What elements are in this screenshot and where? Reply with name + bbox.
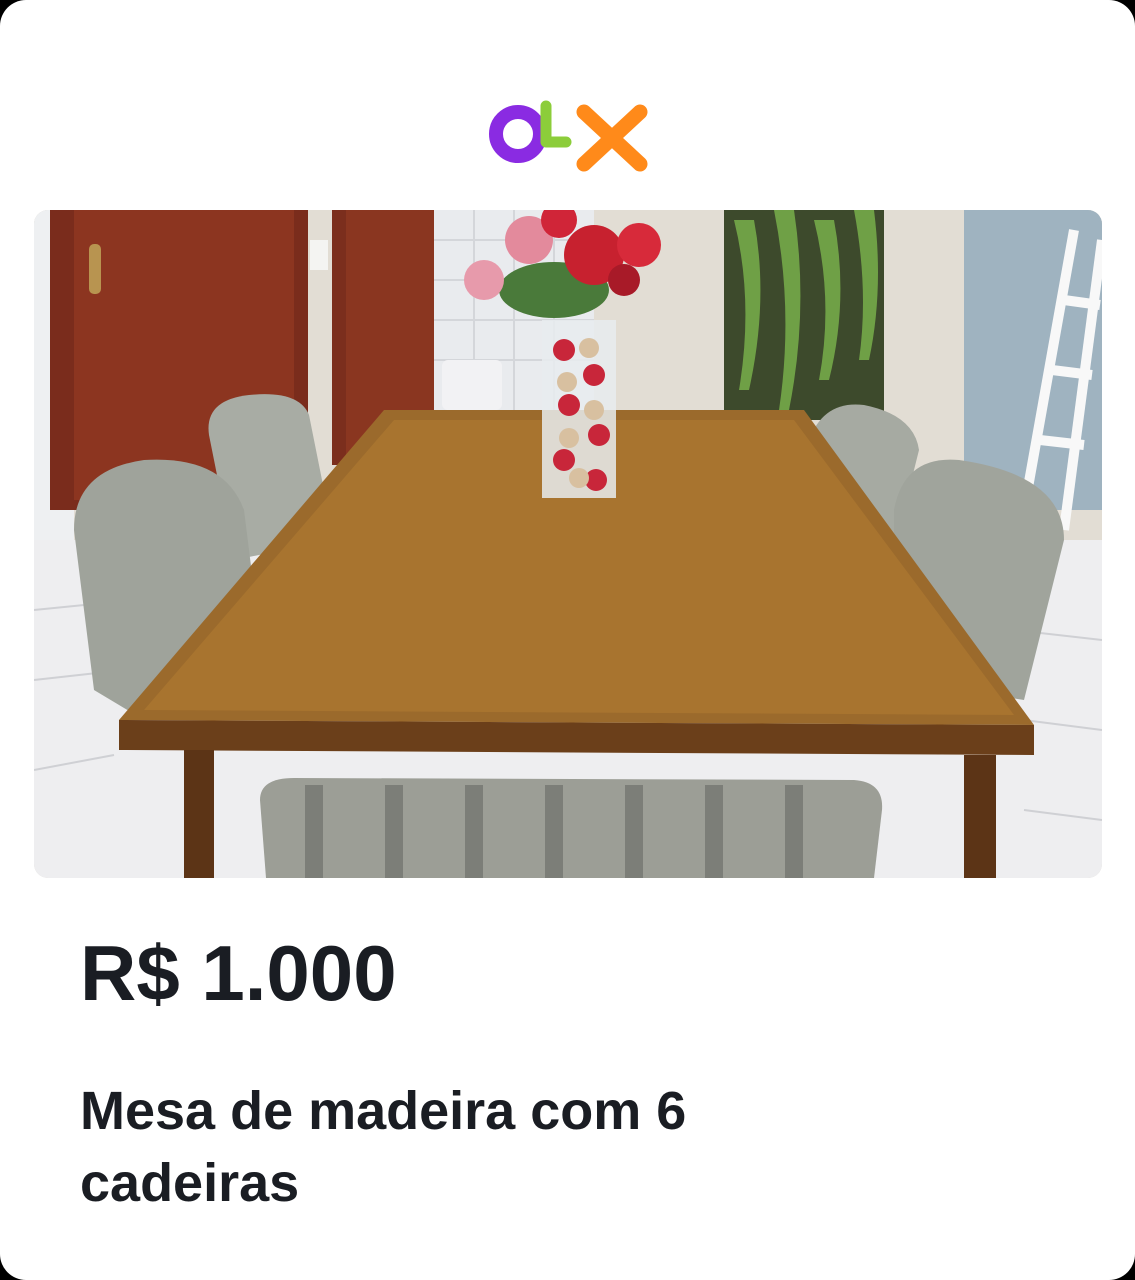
dining-table-photo [34,210,1102,878]
listing-photo[interactable] [34,210,1102,878]
listing-price: R$ 1.000 [80,929,397,1017]
listing-title[interactable]: Mesa de madeira com 6 cadeiras [80,1075,880,1219]
listing-card[interactable]: R$ 1.000 Mesa de madeira com 6 cadeiras [0,0,1135,1280]
olx-logo [489,100,648,172]
